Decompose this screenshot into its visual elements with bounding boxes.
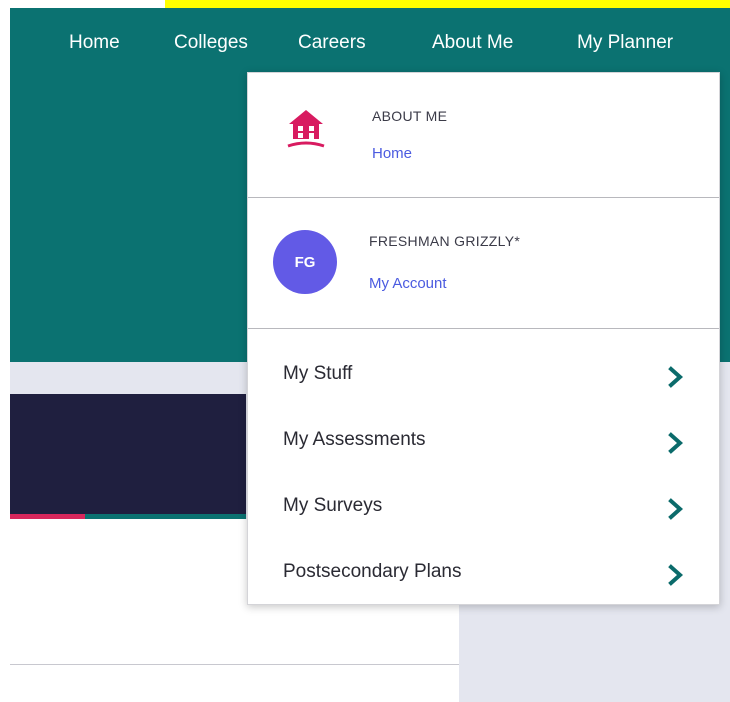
menu-item-my-assessments[interactable]: My Assessments (248, 410, 719, 476)
chevron-right-icon (668, 564, 684, 586)
menu-item-postsecondary-plans[interactable]: Postsecondary Plans (248, 542, 719, 608)
chevron-right-icon (668, 366, 684, 388)
menu-item-label: Postsecondary Plans (283, 561, 462, 582)
menu-item-my-stuff[interactable]: My Stuff (248, 344, 719, 410)
content-divider (10, 664, 459, 665)
nav-about-me[interactable]: About Me (432, 30, 513, 56)
menu-item-label: My Assessments (283, 429, 426, 450)
nav-home[interactable]: Home (69, 30, 120, 56)
highlight-bar (165, 0, 730, 8)
menu-item-label: My Stuff (283, 363, 353, 384)
nav-careers[interactable]: Careers (298, 30, 366, 56)
nav-colleges[interactable]: Colleges (174, 30, 248, 56)
menu-item-my-surveys[interactable]: My Surveys (248, 476, 719, 542)
house-icon (287, 110, 325, 148)
avatar: FG (273, 230, 337, 294)
menu-item-label: My Surveys (283, 495, 383, 516)
my-account-link[interactable]: My Account (369, 275, 447, 292)
about-me-dropdown: ABOUT ME Home FG FRESHMAN GRIZZLY* My Ac… (247, 72, 720, 605)
about-me-section: ABOUT ME Home (248, 73, 719, 198)
nav-my-planner[interactable]: My Planner (577, 30, 673, 56)
user-name: FRESHMAN GRIZZLY* (369, 233, 521, 249)
about-me-title: ABOUT ME (372, 108, 448, 124)
top-navigation: Home Colleges Careers About Me My Planne… (0, 8, 730, 80)
about-me-home-link[interactable]: Home (372, 145, 412, 162)
page-banner (10, 394, 246, 514)
account-section: FG FRESHMAN GRIZZLY* My Account (248, 198, 719, 329)
chevron-right-icon (668, 498, 684, 520)
chevron-right-icon (668, 432, 684, 454)
